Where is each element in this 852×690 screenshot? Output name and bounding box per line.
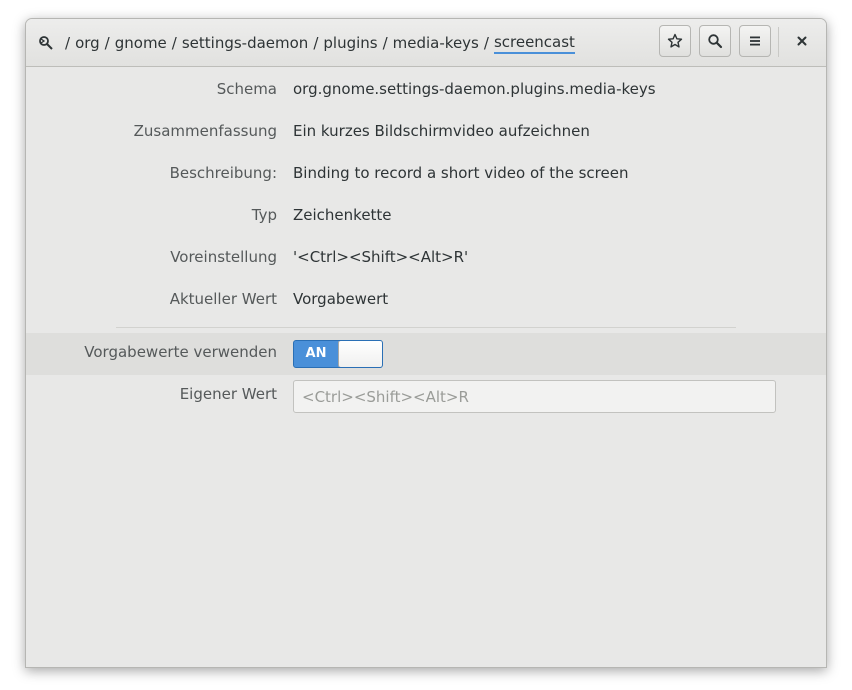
breadcrumb-gnome[interactable]: gnome: [115, 34, 167, 52]
menu-button[interactable]: [739, 25, 771, 57]
search-button[interactable]: [699, 25, 731, 57]
breadcrumb-settings-daemon[interactable]: settings-daemon: [182, 34, 308, 52]
breadcrumb: / org / gnome / settings-daemon / plugin…: [38, 32, 575, 54]
path-edit-icon[interactable]: [38, 35, 54, 51]
close-button[interactable]: [788, 27, 816, 55]
summary-value: Ein kurzes Bildschirmvideo aufzeichnen: [293, 122, 590, 140]
custom-value-input[interactable]: [293, 380, 776, 413]
breadcrumb-org[interactable]: org: [75, 34, 100, 52]
description-value: Binding to record a short video of the s…: [293, 164, 629, 182]
summary-label: Zusammenfassung: [133, 122, 277, 140]
breadcrumb-separator: /: [104, 34, 110, 52]
breadcrumb-separator: /: [382, 34, 388, 52]
switch-on-label: AN: [305, 346, 327, 361]
switch-knob[interactable]: [338, 341, 382, 367]
breadcrumb-separator: /: [313, 34, 319, 52]
use-default-label: Vorgabewerte verwenden: [84, 343, 277, 361]
current-value: Vorgabewert: [293, 290, 389, 308]
header-bar: / org / gnome / settings-daemon / plugin…: [26, 19, 826, 67]
breadcrumb-separator: /: [65, 34, 71, 52]
header-separator: [778, 27, 779, 57]
schema-label: Schema: [216, 80, 277, 98]
search-icon: [708, 34, 723, 49]
current-value-label: Aktueller Wert: [169, 290, 277, 308]
breadcrumb-media-keys[interactable]: media-keys: [393, 34, 479, 52]
type-value: Zeichenkette: [293, 206, 392, 224]
description-label: Beschreibung:: [169, 164, 277, 182]
use-default-switch[interactable]: AN: [293, 340, 383, 368]
section-divider: [116, 327, 736, 328]
default-value-label: Voreinstellung: [170, 248, 277, 266]
custom-value-label: Eigener Wert: [179, 385, 277, 403]
breadcrumb-separator: /: [171, 34, 177, 52]
close-icon: [797, 36, 807, 46]
default-value: '<Ctrl><Shift><Alt>R': [293, 248, 469, 266]
breadcrumb-screencast[interactable]: screencast: [493, 33, 575, 54]
star-icon: [667, 33, 683, 48]
breadcrumb-separator: /: [483, 34, 489, 52]
hamburger-menu-icon: [750, 36, 760, 46]
dconf-editor-window: / org / gnome / settings-daemon / plugin…: [25, 18, 827, 668]
bookmark-button[interactable]: [659, 25, 691, 57]
schema-value: org.gnome.settings-daemon.plugins.media-…: [293, 80, 656, 98]
breadcrumb-plugins[interactable]: plugins: [323, 34, 377, 52]
type-label: Typ: [251, 206, 277, 224]
